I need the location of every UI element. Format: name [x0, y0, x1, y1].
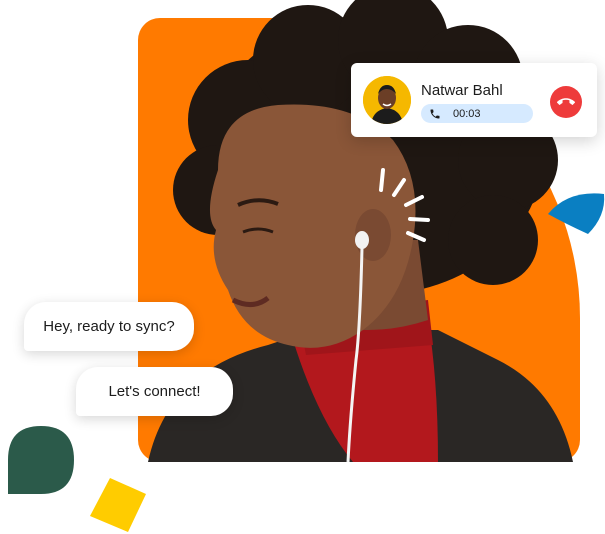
yellow-diamond-shape: [90, 478, 146, 532]
call-timer: 00:03: [421, 104, 533, 123]
caller-portrait-icon: [363, 76, 411, 124]
phone-icon: [430, 109, 440, 118]
chat-bubble-2: Let's connect!: [76, 367, 233, 416]
end-call-button[interactable]: [550, 86, 582, 118]
caller-name: Natwar Bahl: [421, 82, 503, 99]
caller-avatar: [363, 76, 411, 124]
blue-leaf-shape: [548, 193, 605, 234]
phone-hangup-icon: [557, 98, 575, 105]
active-call-card: Natwar Bahl 00:03: [351, 63, 597, 137]
chat-bubble-1: Hey, ready to sync?: [24, 302, 194, 351]
green-drop-shape: [8, 426, 74, 494]
call-duration: 00:03: [453, 107, 481, 120]
hero-illustration: Natwar Bahl 00:03 Hey, ready to sync? Le…: [0, 0, 605, 533]
